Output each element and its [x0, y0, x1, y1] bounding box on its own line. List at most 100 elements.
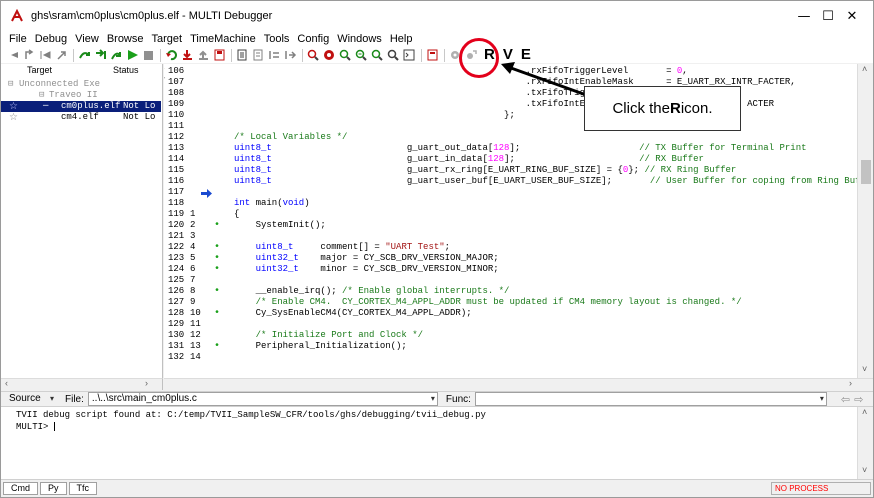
target-column-header[interactable]: Target [1, 64, 113, 76]
scroll-left-icon[interactable]: ‹ [5, 378, 8, 388]
line-number[interactable]: 112 [168, 132, 184, 143]
code-line[interactable]: 124 6 • uint32_t minor = CY_SCB_DRV_VERSIO… [164, 264, 857, 275]
file-select[interactable]: ..\..\src\main_cm0plus.c ▾ [87, 392, 438, 406]
nav-back-icon[interactable]: ⇦ [841, 393, 850, 406]
code-line[interactable]: 123 5 • uint32_t major = CY_SCB_DRV_VERSIO… [164, 253, 857, 264]
code-line[interactable]: 106 .rxFifoTriggerLevel = 0, [164, 66, 857, 77]
menu-windows[interactable]: Windows [333, 31, 386, 47]
code-line[interactable]: 107 .rxFifoIntEnableMask = E_UART_RX_INT… [164, 77, 857, 88]
restart-icon[interactable] [164, 49, 178, 62]
scrollbar-thumb[interactable] [861, 160, 871, 184]
code-line[interactable]: 127 9 /* Enable CM4. CY_CORTEX_M4_APPL_AD… [164, 297, 857, 308]
menu-view[interactable]: View [71, 31, 103, 47]
menu-debug[interactable]: Debug [31, 31, 71, 47]
scroll-up-icon[interactable]: ˄ [862, 407, 867, 417]
nav-forward-icon[interactable]: ⇨ [854, 393, 863, 406]
step-back-icon[interactable] [38, 49, 52, 62]
code-line[interactable]: 119 1 { [164, 209, 857, 220]
find-icon[interactable] [386, 49, 400, 62]
line-number[interactable]: 117 [168, 187, 184, 198]
breakpoint-dot-icon[interactable]: • [214, 242, 220, 253]
favorite-star-icon[interactable]: ☆ [9, 112, 18, 123]
code-line[interactable]: 109 .txFifoIntEnable ACTER [164, 99, 857, 110]
code-line[interactable]: 132 14 [164, 352, 857, 363]
code-line[interactable]: 114 uint8_t g_uart_in_data[128]; // RX Bu… [164, 154, 857, 165]
search-icon[interactable] [338, 49, 352, 62]
tab-py[interactable]: Py [40, 482, 67, 495]
up-arrow-icon[interactable] [22, 49, 36, 62]
scroll-down-icon[interactable]: ˅ [862, 364, 867, 374]
command-pane[interactable]: TVII debug script found at: C:/temp/TVII… [1, 407, 857, 479]
run-icon[interactable] [125, 49, 139, 62]
view-mode-select[interactable]: Source ▾ [5, 392, 57, 406]
halt-icon[interactable] [141, 49, 155, 62]
tab-cmd[interactable]: Cmd [3, 482, 39, 495]
save-icon[interactable] [212, 49, 226, 62]
shell-icon[interactable] [402, 49, 416, 62]
e-icon[interactable]: E [521, 47, 531, 63]
step-into-icon[interactable] [93, 49, 107, 62]
calc-icon[interactable] [425, 49, 439, 62]
line-number[interactable]: 109 [168, 99, 184, 110]
memory-icon[interactable] [251, 49, 265, 62]
tree-item-cm0plus[interactable]: ☆ ─ cm0plus.elf Not Lo [1, 101, 161, 112]
func-select[interactable]: ▾ [474, 392, 827, 406]
breakpoint-dot-icon[interactable]: • [214, 341, 220, 352]
code-line[interactable]: 126 8 • __enable_irq(); /* Enable global i… [164, 286, 857, 297]
command-prompt[interactable]: MULTI> [16, 421, 857, 433]
scroll-down-icon[interactable]: ˅ [862, 465, 867, 475]
line-number[interactable]: 130 [168, 330, 184, 341]
breakpoint-dot-icon[interactable]: • [214, 253, 220, 264]
line-number[interactable]: 118 [168, 198, 184, 209]
register-icon[interactable] [283, 49, 297, 62]
source-code-pane[interactable]: ☆ ⊤ 106 .rxFifoTriggerLevel = 0,107 .rxF… [164, 64, 857, 378]
code-line[interactable]: 122 4 • uint8_t comment[] = "UART Test"; [164, 242, 857, 253]
source-vertical-scrollbar[interactable]: ˄ ˅ [857, 64, 873, 378]
code-line[interactable]: 128 10 • Cy_SysEnableCM4(CY_CORTEX_M4_APPL… [164, 308, 857, 319]
tree-item-unconnected[interactable]: ⊟ Unconnected Exe [1, 79, 161, 90]
line-number[interactable]: 114 [168, 154, 184, 165]
breakpoint-dot-icon[interactable]: • [214, 286, 220, 297]
code-line[interactable]: 113 uint8_t g_uart_out_data[128]; // TX B… [164, 143, 857, 154]
line-number[interactable]: 126 [168, 286, 184, 297]
line-number[interactable]: 116 [168, 176, 184, 187]
code-line[interactable]: 111 [164, 121, 857, 132]
code-line[interactable]: 118 int main(void) [164, 198, 857, 209]
code-line[interactable]: 120 2 • SystemInit(); [164, 220, 857, 231]
menu-tools[interactable]: Tools [260, 31, 294, 47]
scroll-up-icon[interactable]: ˄ [862, 64, 867, 74]
download-icon[interactable] [180, 49, 194, 62]
menu-help[interactable]: Help [386, 31, 417, 47]
line-number[interactable]: 132 [168, 352, 184, 363]
code-line[interactable]: 112 /* Local Variables */ [164, 132, 857, 143]
code-line[interactable]: 130 12 /* Initialize Port and Clock */ [164, 330, 857, 341]
close-button[interactable]: ✕ [829, 1, 873, 31]
line-number[interactable]: 119 [168, 209, 184, 220]
code-line[interactable]: 121 3 [164, 231, 857, 242]
line-number[interactable]: 107 [168, 77, 184, 88]
code-line[interactable]: 108 .txFifoTriggerLe [164, 88, 857, 99]
line-number[interactable]: 111 [168, 121, 184, 132]
breakpoint-dot-icon[interactable]: • [214, 220, 220, 231]
command-vertical-scrollbar[interactable]: ˄ ˅ [857, 407, 873, 479]
step-back2-icon[interactable] [54, 49, 68, 62]
line-number[interactable]: 128 [168, 308, 184, 319]
tab-tfc[interactable]: Tfc [68, 482, 98, 495]
line-number[interactable]: 121 [168, 231, 184, 242]
favorite-star-icon[interactable]: ☆ [9, 101, 18, 112]
breakpoint-dot-icon[interactable]: • [214, 264, 220, 275]
zoom-out-icon[interactable] [370, 49, 384, 62]
tree-item-cm4[interactable]: ☆ cm4.elf Not Lo [1, 112, 161, 123]
line-number[interactable]: 127 [168, 297, 184, 308]
code-line[interactable]: 117 [164, 187, 857, 198]
breakpoint-icon[interactable] [322, 49, 336, 62]
v-icon[interactable]: V [503, 47, 513, 63]
line-number[interactable]: 113 [168, 143, 184, 154]
step-over-icon[interactable] [77, 49, 91, 62]
line-number[interactable]: 110 [168, 110, 184, 121]
menu-target[interactable]: Target [148, 31, 187, 47]
code-line[interactable]: 115 uint8_t g_uart_rx_ring[E_UART_RING_BU… [164, 165, 857, 176]
back-arrow-icon[interactable] [6, 49, 20, 62]
menu-file[interactable]: File [1, 31, 31, 47]
menu-timemachine[interactable]: TimeMachine [186, 31, 260, 47]
